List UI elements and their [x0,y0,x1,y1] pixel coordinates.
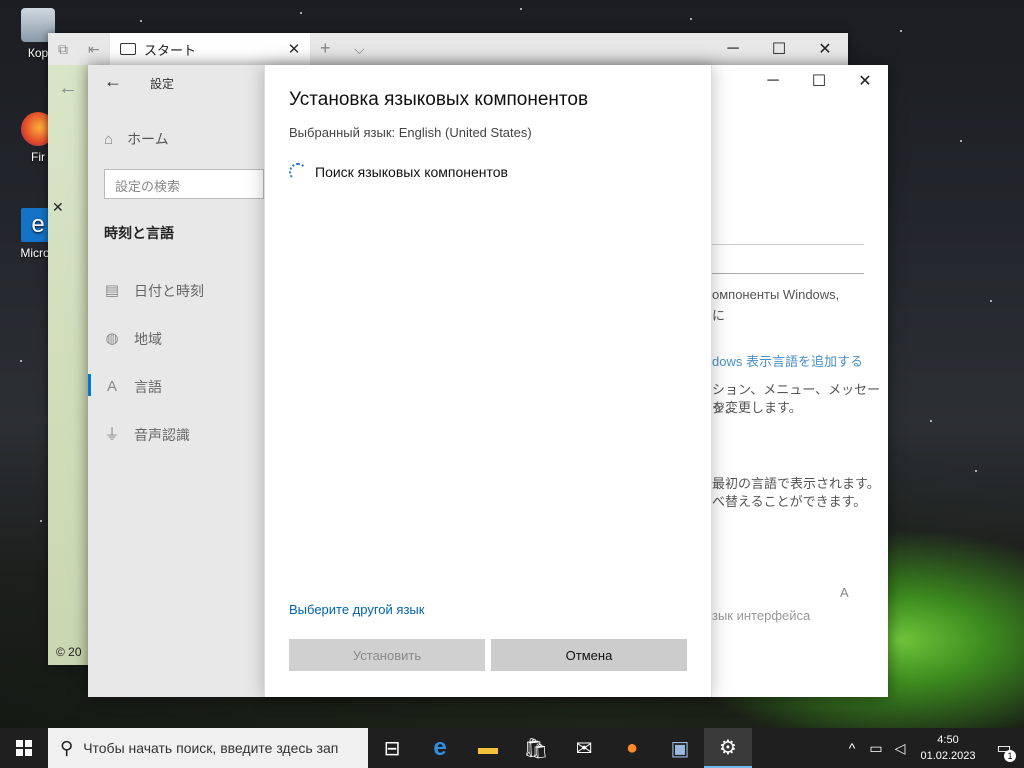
edge-maximize-button[interactable]: ☐ [756,33,802,65]
close-icon[interactable]: ✕ [52,199,64,216]
taskbar: ⚲ Чтобы начать поиск, введите здесь зап … [0,728,1024,768]
start-button[interactable] [0,728,48,768]
mail-icon[interactable]: ✉ [560,728,608,768]
network-icon[interactable]: ▭ [864,740,888,757]
tab-title: スタート [144,42,197,58]
settings-caption-buttons: ─ ☐ ✕ [750,65,888,97]
microphone-icon: ⏚ [104,426,120,443]
install-language-dialog: Установка языковых компонентов Выбранный… [264,65,712,697]
close-tab-icon[interactable]: ✕ [284,40,304,58]
new-tab-icon[interactable]: + [320,38,331,59]
settings-search-input[interactable]: 設定の検索 [104,169,264,199]
edge-footer-text: © 20 [56,645,82,659]
settings-maximize-button[interactable]: ☐ [796,65,842,97]
home-icon: ⌂ [104,130,114,148]
loading-spinner-icon [289,163,307,181]
selected-language-text: Выбранный язык: English (United States) [289,125,532,140]
sidebar-item-speech[interactable]: ⏚ 音声認識 [104,425,190,445]
edge-tab-start[interactable]: スタート ✕ [110,33,310,65]
add-display-language-link[interactable]: dows 表示言語を追加する [712,351,863,370]
background-text: に [712,308,726,323]
remote-desktop-icon[interactable]: ▣ [656,728,704,768]
status-text: Поиск языковых компонентов [315,164,508,180]
back-arrow-icon[interactable]: ← [104,71,122,92]
status-row: Поиск языковых компонентов [289,163,508,181]
dialog-title: Установка языковых компонентов [289,89,589,110]
sidebar-item-language[interactable]: A 言語 [104,377,162,397]
background-text: 最初の言語で表示されます。 [712,476,880,491]
settings-title: 設定 [150,77,175,91]
store-icon[interactable]: 🛍 [512,728,560,768]
sidebar-item-home[interactable]: ⌂ ホーム [104,129,169,149]
globe-icon: ◍ [105,330,119,347]
active-indicator [88,374,91,396]
calendar-clock-icon: ▤ [104,282,120,299]
system-tray: ^ ▭ ◁ 4:50 01.02.2023 ▭ 1 [840,728,1024,768]
search-placeholder: Чтобы начать поиск, введите здесь зап [83,740,339,756]
edge-back-icon[interactable]: ← [58,77,78,100]
settings-sidebar: ← 設定 ⌂ ホーム 設定の検索 時刻と言語 ▤ 日付と時刻 ◍ 地域 A 言語… [88,65,264,697]
windows-logo-icon [16,740,32,756]
edge-close-button[interactable]: ✕ [802,33,848,65]
choose-other-language-link[interactable]: Выберите другой язык [289,602,424,617]
notification-center-icon[interactable]: ▭ 1 [984,738,1024,762]
tab-manager-icon[interactable]: ⧉ [58,41,68,58]
edge-minimize-button[interactable]: ─ [710,33,756,65]
install-button[interactable]: Установить [289,639,485,671]
background-text: омпоненты Windows, [712,287,840,302]
firefox-taskbar-icon[interactable]: ● [608,728,656,768]
settings-taskbar-icon[interactable]: ⚙ [704,728,752,768]
edge-taskbar-icon[interactable]: e [416,728,464,768]
section-title: 時刻と言語 [104,225,174,241]
background-text: を変更します。 [712,400,802,415]
cancel-button[interactable]: Отмена [491,639,687,671]
set-aside-tabs-icon[interactable]: ⇤ [88,41,100,58]
tab-page-icon [120,43,136,55]
language-icon: A [106,378,117,395]
sidebar-item-region[interactable]: ◍ 地域 [104,329,162,349]
clock[interactable]: 4:50 01.02.2023 [912,732,984,764]
notification-badge: 1 [1004,750,1016,762]
volume-muted-icon[interactable]: ◁ [888,740,912,757]
taskbar-search-box[interactable]: ⚲ Чтобы начать поиск, введите здесь зап [48,728,368,768]
background-text: зык интерфейса [712,608,811,623]
settings-close-button[interactable]: ✕ [842,65,888,97]
task-view-icon[interactable]: ⊟ [368,728,416,768]
sidebar-item-date-time[interactable]: ▤ 日付と時刻 [104,281,204,301]
edge-tab-bar: ⧉ ⇤ スタート ✕ + ⌵ ─ ☐ ✕ [48,33,848,65]
background-text: べ替えることができます。 [712,494,867,509]
tab-preview-chevron-icon[interactable]: ⌵ [354,41,365,58]
search-icon: ⚲ [60,737,74,758]
language-icon: A [840,585,849,600]
chevron-up-icon[interactable]: ^ [840,740,864,756]
background-dropdown[interactable] [710,244,864,274]
file-explorer-icon[interactable]: ▬ [464,728,512,768]
settings-minimize-button[interactable]: ─ [750,65,796,97]
